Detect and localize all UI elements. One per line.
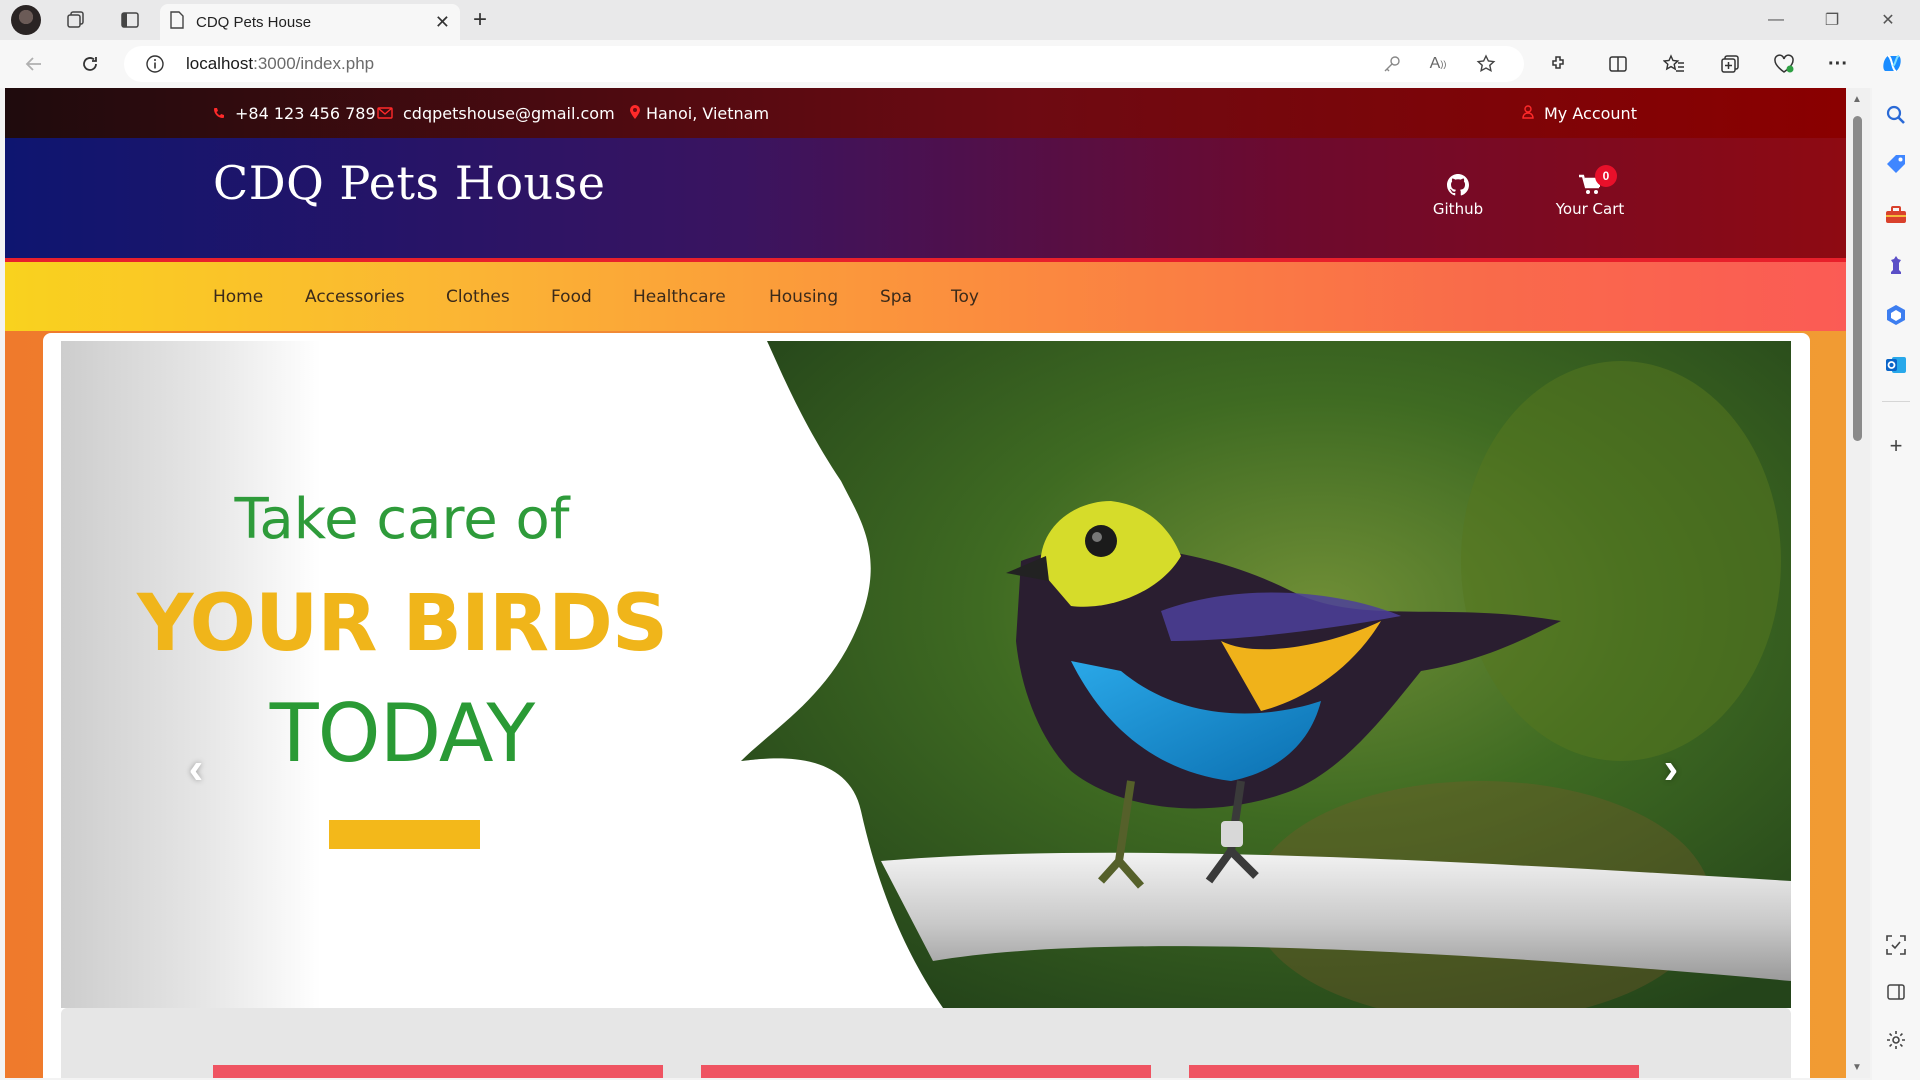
scrollbar-thumb[interactable] [1853, 116, 1862, 441]
add-sidebar-app-icon[interactable]: + [1884, 433, 1908, 458]
slide-heading-line-2: YOUR BIRDS [136, 579, 668, 669]
category-card-bar-1 [213, 1065, 663, 1078]
nav-item-home[interactable]: Home [213, 287, 263, 307]
address-bar-row: localhost:3000/index.php A)) ··· [0, 40, 1920, 88]
tab-title: CDQ Pets House [196, 13, 312, 31]
browser-tab-bar: CDQ Pets House ✕ + — ❐ ✕ [0, 0, 1920, 40]
site-logo[interactable]: CDQ Pets House [213, 156, 606, 210]
nav-item-housing[interactable]: Housing [769, 287, 838, 307]
site-header: CDQ Pets House Github Your Cart 0 [5, 138, 1846, 262]
url-field[interactable]: localhost:3000/index.php A)) [124, 46, 1524, 82]
vertical-tabs-icon[interactable] [112, 4, 148, 36]
screenshot-icon[interactable] [1884, 933, 1908, 957]
nav-item-food[interactable]: Food [551, 287, 592, 307]
outlook-icon[interactable] [1884, 353, 1908, 377]
location-contact[interactable]: Hanoi, Vietnam [630, 104, 769, 123]
carousel-next-chevron-icon[interactable]: › [1651, 739, 1691, 799]
shopping-cart-icon [1545, 174, 1635, 196]
workspaces-icon[interactable] [58, 4, 94, 36]
settings-gear-icon[interactable] [1884, 1028, 1908, 1052]
cart-label: Your Cart [1555, 200, 1625, 218]
edge-sidebar: + [1872, 88, 1920, 1080]
location-text: Hanoi, Vietnam [646, 104, 770, 123]
my-account-label: My Account [1544, 104, 1637, 123]
contact-strip: +84 123 456 789 cdqpetshouse@gmail.com H… [5, 88, 1846, 138]
nav-item-healthcare[interactable]: Healthcare [633, 287, 726, 307]
refresh-icon[interactable] [74, 48, 106, 80]
email-address: cdqpetshouse@gmail.com [403, 104, 615, 123]
scroll-down-icon[interactable]: ▼ [1852, 1062, 1862, 1073]
copilot-icon[interactable] [1876, 48, 1908, 80]
github-icon [1418, 174, 1498, 196]
more-options-icon[interactable]: ··· [1822, 48, 1854, 80]
page-icon [170, 10, 184, 34]
email-contact[interactable]: cdqpetshouse@gmail.com [377, 104, 615, 123]
cart-count-badge: 0 [1595, 165, 1617, 187]
favorites-icon[interactable] [1658, 48, 1690, 80]
slide-accent-bar [329, 820, 480, 849]
nav-item-accessories[interactable]: Accessories [305, 287, 405, 307]
split-screen-icon[interactable] [1602, 48, 1634, 80]
cart-link[interactable]: Your Cart [1545, 174, 1635, 218]
back-icon[interactable] [18, 48, 50, 80]
collections-icon[interactable] [1714, 48, 1746, 80]
browser-tab[interactable]: CDQ Pets House ✕ [160, 4, 460, 40]
password-key-icon[interactable] [1378, 52, 1406, 76]
carousel-slide: Take care of YOUR BIRDS TODAY ‹ › [61, 341, 1791, 1008]
main-nav: Home Accessories Clothes Food Healthcare… [5, 262, 1846, 331]
profile-avatar[interactable] [11, 5, 41, 35]
favorite-star-icon[interactable] [1472, 52, 1500, 76]
phone-contact[interactable]: +84 123 456 789 [213, 104, 376, 123]
browser-essentials-icon[interactable] [1768, 48, 1800, 80]
shopping-tag-icon[interactable] [1884, 153, 1908, 177]
nav-item-spa[interactable]: Spa [880, 287, 912, 307]
github-label: Github [1432, 200, 1484, 218]
url-text: localhost:3000/index.php [186, 54, 375, 73]
my-account-link[interactable]: My Account [1522, 104, 1637, 123]
extensions-icon[interactable] [1542, 48, 1574, 80]
scroll-up-icon[interactable]: ▲ [1852, 94, 1862, 105]
slide-left-shading [61, 341, 321, 1008]
minimize-icon[interactable]: — [1748, 0, 1804, 40]
search-icon[interactable] [1884, 103, 1908, 127]
m365-icon[interactable] [1884, 303, 1908, 327]
close-tab-icon[interactable]: ✕ [435, 12, 450, 33]
sidebar-divider [1882, 401, 1910, 402]
hide-sidebar-icon[interactable] [1884, 980, 1908, 1004]
site-info-icon[interactable] [146, 55, 164, 78]
restore-icon[interactable]: ❐ [1804, 0, 1860, 40]
user-icon [1522, 104, 1534, 123]
envelope-icon [377, 104, 393, 123]
nav-item-clothes[interactable]: Clothes [446, 287, 510, 307]
category-card-bar-2 [701, 1065, 1151, 1078]
phone-number: +84 123 456 789 [235, 104, 376, 123]
github-link[interactable]: Github [1418, 174, 1498, 218]
map-pin-icon [630, 104, 640, 123]
games-chess-icon[interactable] [1884, 253, 1908, 277]
category-card-bar-3 [1189, 1065, 1639, 1078]
read-aloud-icon[interactable]: A)) [1424, 52, 1452, 76]
close-window-icon[interactable]: ✕ [1860, 0, 1916, 40]
web-page: +84 123 456 789 cdqpetshouse@gmail.com H… [5, 88, 1846, 1078]
slide-heading-line-1: Take care of [234, 487, 570, 552]
carousel-prev-chevron-icon[interactable]: ‹ [176, 739, 216, 799]
slide-heading-line-3: TODAY [269, 687, 535, 780]
new-tab-icon[interactable]: + [462, 4, 498, 36]
phone-icon [213, 104, 225, 123]
nav-item-toy[interactable]: Toy [951, 287, 979, 307]
page-scrollbar[interactable]: ▲ ▼ [1846, 88, 1870, 1078]
toolbox-icon[interactable] [1884, 203, 1908, 227]
